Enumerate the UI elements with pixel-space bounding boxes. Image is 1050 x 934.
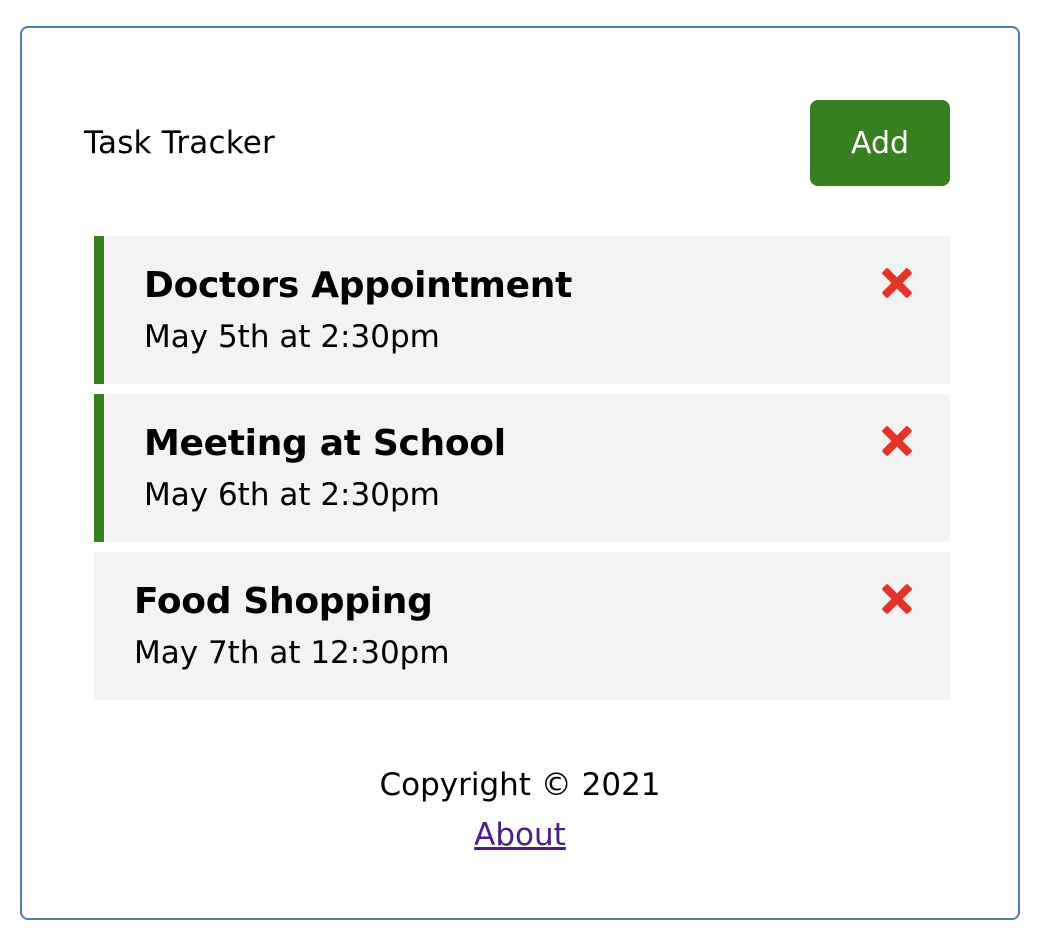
page-title: Task Tracker [84,125,275,161]
app-container: Task Tracker Add Doctors Appointment May… [20,26,1020,920]
task-item[interactable]: Food Shopping May 7th at 12:30pm [94,552,950,700]
task-title: Doctors Appointment [144,265,572,306]
add-button[interactable]: Add [810,100,950,186]
about-link[interactable]: About [474,817,566,853]
close-icon[interactable] [880,424,914,458]
close-icon[interactable] [880,266,914,300]
close-icon[interactable] [880,582,914,616]
task-list: Doctors Appointment May 5th at 2:30pm Me… [94,236,950,710]
header: Task Tracker Add [84,100,950,186]
task-day: May 7th at 12:30pm [134,635,450,671]
task-day: May 5th at 2:30pm [144,319,440,355]
footer: Copyright © 2021 About [22,760,1018,860]
task-day: May 6th at 2:30pm [144,477,440,513]
task-title: Meeting at School [144,423,506,464]
task-item[interactable]: Doctors Appointment May 5th at 2:30pm [94,236,950,384]
copyright-text: Copyright © 2021 [379,767,661,803]
task-item[interactable]: Meeting at School May 6th at 2:30pm [94,394,950,542]
task-title: Food Shopping [134,581,433,622]
